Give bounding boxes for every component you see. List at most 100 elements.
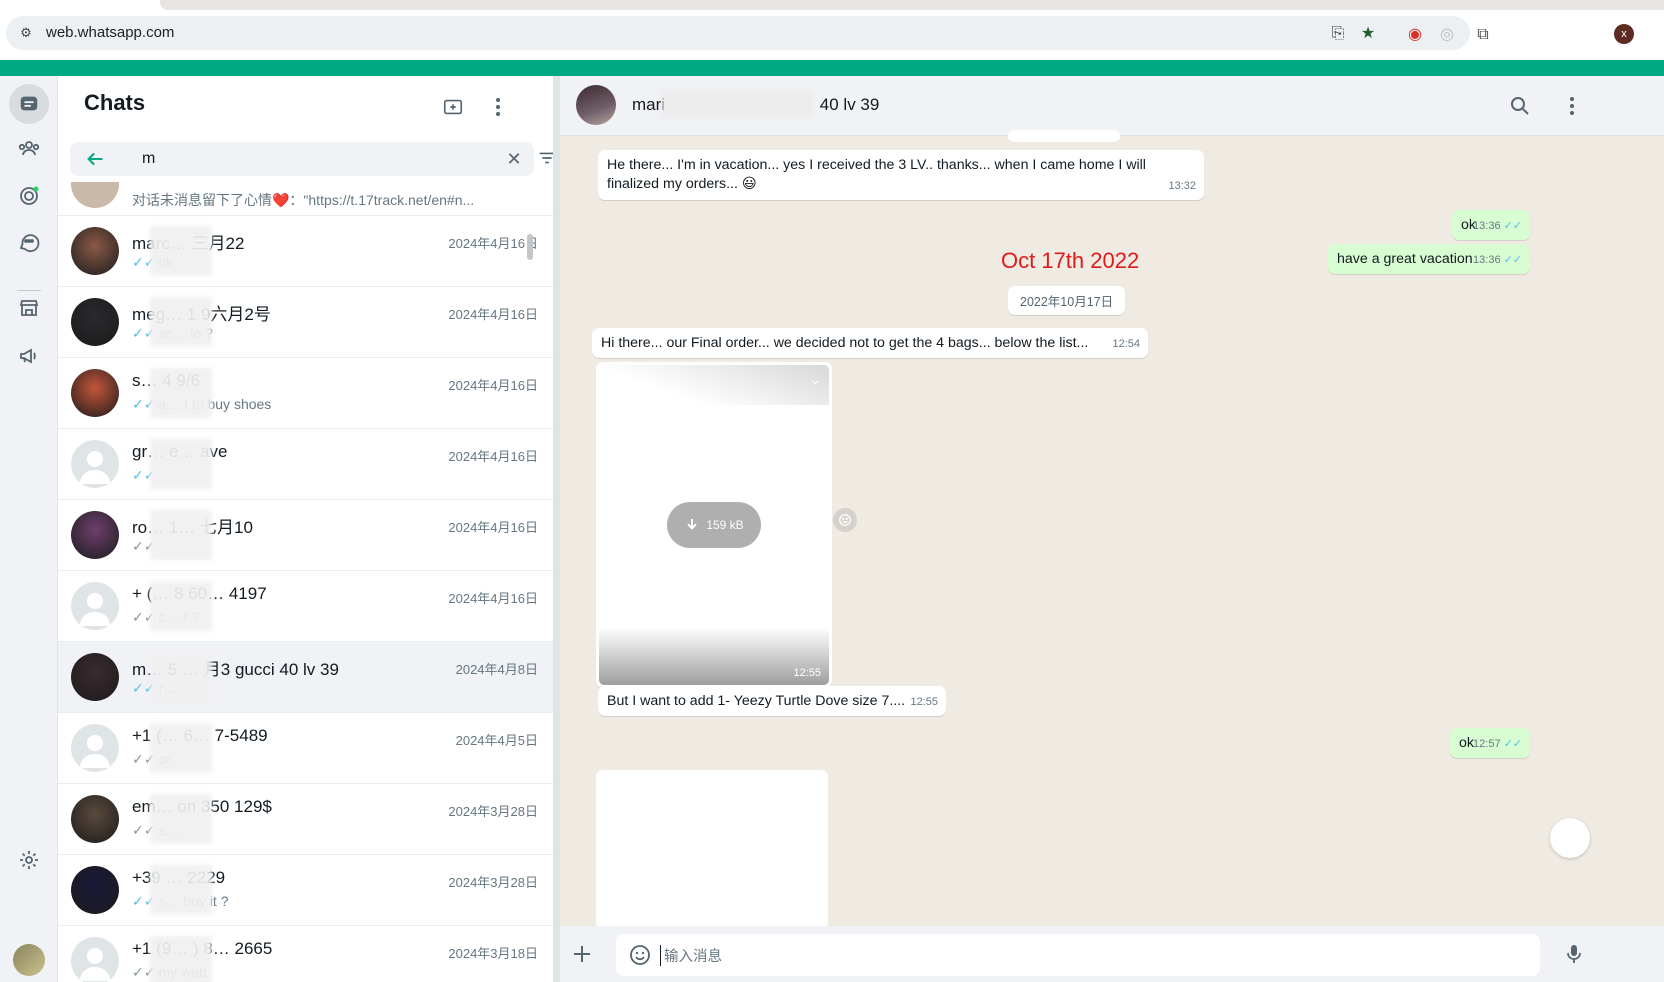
install-app-icon[interactable]: ⎘ <box>1328 24 1348 44</box>
message-text: Hi there... our Final order... we decide… <box>601 335 1089 351</box>
plus-icon[interactable] <box>570 942 594 966</box>
conversation-header[interactable]: mari 40 lv 39 <box>560 76 1664 136</box>
avatar <box>71 724 119 772</box>
list-item[interactable]: s… 4 9/62024年4月16日✓✓a… t to buy shoes <box>58 358 553 429</box>
avatar[interactable] <box>576 85 616 125</box>
nav-rail <box>0 76 58 982</box>
list-item[interactable]: m… 5 … 月3 gucci 40 lv 392024年4月8日✓✓r… <box>58 642 553 713</box>
emoji-icon[interactable] <box>628 943 652 967</box>
search-input[interactable]: m ✕ <box>70 142 534 176</box>
new-chat-icon[interactable] <box>439 93 467 121</box>
brand-bar <box>0 60 1664 76</box>
redaction <box>150 226 212 276</box>
image-preview[interactable]: ⌄ 159 kB 12:55 <box>599 365 829 685</box>
read-ticks-icon: ✓✓ <box>1503 254 1522 266</box>
list-item[interactable]: meg… 1 9六月2号2024年4月16日✓✓sc… le ? <box>58 287 553 358</box>
download-button[interactable]: 159 kB <box>667 502 761 548</box>
list-item[interactable]: 对话未消息留下了心情❤️："https://t.17track.net/en#n… <box>58 182 553 216</box>
message-placeholder[interactable]: 输入消息 <box>660 945 722 966</box>
list-item[interactable]: marc… 三月222024年4月16日✓✓ok <box>58 216 553 287</box>
redaction <box>150 936 212 982</box>
status-icon[interactable] <box>9 176 49 216</box>
message-bubble[interactable]: have a great vacation 13:36 ✓✓ <box>1328 244 1530 274</box>
page-title: Chats <box>84 90 146 115</box>
message-text: He there... I'm in vacation... yes I rec… <box>607 157 1146 192</box>
redaction <box>150 439 212 489</box>
communities-icon[interactable] <box>9 128 49 168</box>
list-item[interactable]: +1 (… 6… 7-54892024年4月5日✓✓or <box>58 713 553 784</box>
address-bar[interactable]: ⚙ web.whatsapp.com ⎘ ★ <box>6 16 1470 50</box>
filter-icon[interactable] <box>536 147 554 169</box>
message-bubble[interactable] <box>596 770 828 930</box>
message-time: 12:55 <box>793 667 821 679</box>
avatar <box>71 511 119 559</box>
message-text: But I want to add 1- Yeezy Turtle Dove s… <box>607 693 906 709</box>
url-text[interactable]: web.whatsapp.com <box>46 24 174 41</box>
list-item[interactable]: +39 … 22292024年3月28日✓✓s… buy it ? <box>58 855 553 926</box>
menu-icon[interactable] <box>1560 94 1584 118</box>
chats-icon[interactable] <box>9 84 49 124</box>
message-bubble[interactable] <box>1008 130 1120 142</box>
message-bubble[interactable]: But I want to add 1- Yeezy Turtle Dove s… <box>598 686 946 716</box>
chat-time: 2024年4月16日 <box>448 307 538 322</box>
avatar <box>71 795 119 843</box>
back-arrow-icon[interactable] <box>84 148 106 170</box>
menu-icon[interactable] <box>484 93 512 121</box>
message-bubble[interactable]: Hi there... our Final order... we decide… <box>592 328 1148 358</box>
extension-icon[interactable]: ◉ <box>1404 24 1426 46</box>
avatar <box>71 227 119 275</box>
settings-icon[interactable] <box>9 840 49 880</box>
chat-time: 2024年4月8日 <box>455 662 538 677</box>
site-info-icon[interactable]: ⚙ <box>18 25 34 41</box>
profile-avatar[interactable]: x <box>1614 24 1634 44</box>
message-list: He there... I'm in vacation... yes I rec… <box>560 130 1664 930</box>
clear-icon[interactable]: ✕ <box>504 149 524 169</box>
scroll-down-button[interactable] <box>1550 818 1590 858</box>
search-icon[interactable] <box>1508 94 1532 118</box>
mic-icon[interactable] <box>1562 942 1586 966</box>
message-time: 12:55 <box>910 696 938 708</box>
chat-time: 2024年4月5日 <box>455 733 538 748</box>
chat-time: 2024年4月16日 <box>448 520 538 535</box>
chat-list-panel: Chats m ✕ 对话未消息留下了心情❤️："https://t.17trac… <box>58 76 554 982</box>
extensions-puzzle-icon[interactable]: ⧉ <box>1472 24 1494 46</box>
avatar <box>71 369 119 417</box>
search-query[interactable]: m <box>142 150 155 168</box>
conversation-panel: mari 40 lv 39 He there... I'm in vacatio… <box>560 76 1664 982</box>
image-message[interactable]: ⌄ 159 kB 12:55 <box>596 362 832 688</box>
file-size: 159 kB <box>706 518 744 532</box>
redaction <box>150 723 212 773</box>
chat-time: 2024年4月16日 <box>448 449 538 464</box>
redaction <box>662 90 812 118</box>
message-text: ok <box>1459 735 1474 751</box>
avatar <box>71 653 119 701</box>
message-bubble[interactable]: ok 12:57 ✓✓ <box>1450 728 1530 758</box>
my-profile-avatar[interactable] <box>13 944 45 976</box>
chevron-down-icon[interactable]: ⌄ <box>809 371 821 388</box>
chat-time: 2024年4月16日 <box>448 378 538 393</box>
channels-icon[interactable] <box>9 222 49 262</box>
list-item[interactable]: ro… 1… 七月102024年4月16日✓✓ <box>58 500 553 571</box>
message-time: 12:54 <box>1112 338 1140 350</box>
message-time: 13:36 ✓✓ <box>1473 254 1522 266</box>
list-item[interactable]: gr… e… ave2024年4月16日✓✓ <box>58 429 553 500</box>
list-item[interactable]: + (… 8 60… 41972024年4月16日✓✓c… r ? <box>58 571 553 642</box>
chat-time: 2024年4月16日 <box>448 236 538 251</box>
emoji-react-icon[interactable] <box>833 508 857 532</box>
business-tools-icon[interactable] <box>9 288 49 328</box>
extension-2-icon[interactable]: ◎ <box>1436 24 1458 46</box>
bookmark-star-icon[interactable]: ★ <box>1358 24 1378 44</box>
megaphone-icon[interactable] <box>9 336 49 376</box>
avatar <box>71 937 119 982</box>
message-bubble[interactable]: He there... I'm in vacation... yes I rec… <box>598 150 1204 200</box>
avatar <box>71 298 119 346</box>
avatar <box>71 582 119 630</box>
message-time: 12:57 ✓✓ <box>1473 738 1522 750</box>
list-item[interactable]: em… on 350 129$2024年3月28日✓✓s… <box>58 784 553 855</box>
message-bubble[interactable]: ok 13:36 ✓✓ <box>1452 210 1530 240</box>
scrollbar[interactable] <box>527 234 533 260</box>
avatar <box>71 182 119 208</box>
read-ticks-icon: ✓✓ <box>1503 220 1522 232</box>
list-item[interactable]: +1 (9… ) 8… 26652024年3月18日✓✓my web <box>58 926 553 982</box>
message-input[interactable]: 输入消息 <box>616 934 1540 976</box>
